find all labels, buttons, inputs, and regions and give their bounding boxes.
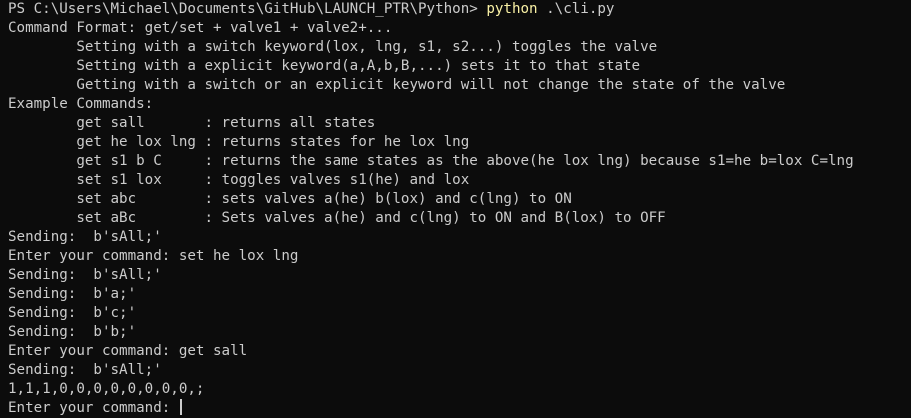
output-line: get he lox lng : returns states for he l… (8, 134, 470, 150)
output-line: Command Format: get/set + valve1 + valve… (8, 20, 393, 36)
terminal-window[interactable]: PS C:\Users\Michael\Documents\GitHub\LAU… (0, 0, 911, 418)
command-program: python (486, 1, 538, 17)
output-line: Getting with a switch or an explicit key… (8, 77, 786, 93)
output-line: Sending: b'b;' (8, 324, 137, 340)
output-line: Sending: b'sAll;' (8, 229, 162, 245)
output-line: Sending: b'c;' (8, 305, 137, 321)
output-line: Enter your command: get sall (8, 343, 248, 359)
output-line: Setting with a explicit keyword(a,A,b,B,… (8, 58, 641, 74)
output-line: Sending: b'a;' (8, 286, 137, 302)
output-line: Enter your command: set he lox lng (8, 248, 299, 264)
text-cursor[interactable] (179, 399, 182, 415)
output-line: 1,1,1,0,0,0,0,0,0,0,0,; (8, 381, 205, 397)
input-prompt: Enter your command: (8, 400, 179, 416)
output-line: Setting with a switch keyword(lox, lng, … (8, 39, 658, 55)
output-line: get s1 b C : returns the same states as … (8, 153, 854, 169)
command-args: .\cli.py (537, 1, 615, 17)
output-line: set abc : sets valves a(he) b(lox) and c… (8, 191, 572, 207)
output-line: Sending: b'sAll;' (8, 362, 162, 378)
output-line: get sall : returns all states (8, 115, 376, 131)
output-line: Example Commands: (8, 96, 154, 112)
output-line: Sending: b'sAll;' (8, 267, 162, 283)
input-line[interactable]: Enter your command: (8, 399, 911, 418)
output-line: set aBc : Sets valves a(he) and c(lng) t… (8, 210, 666, 226)
shell-prompt: PS C:\Users\Michael\Documents\GitHub\LAU… (8, 1, 487, 17)
output-line: set s1 lox : toggles valves s1(he) and l… (8, 172, 470, 188)
prompt-line: PS C:\Users\Michael\Documents\GitHub\LAU… (8, 0, 911, 19)
